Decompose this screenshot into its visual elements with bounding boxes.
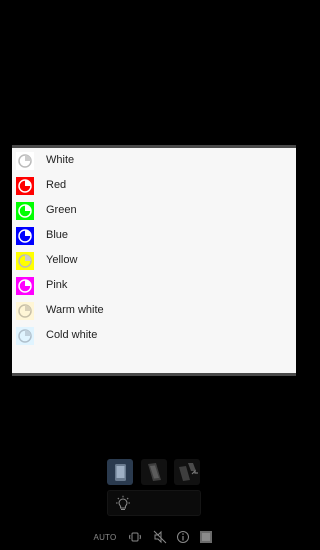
swatch-white-icon	[14, 150, 36, 172]
color-item-green[interactable]: Green	[12, 199, 296, 223]
phone-dim-icon	[141, 459, 167, 485]
color-item-label: Cold white	[46, 329, 98, 341]
phone-switch-icon	[174, 459, 200, 485]
color-item-blue[interactable]: Blue	[12, 224, 296, 248]
phone-screen-icon	[107, 459, 133, 485]
swatch-cold-white-icon	[14, 325, 36, 347]
color-item-label: White	[46, 154, 75, 166]
app-screen: White Red Green Blue Yellow Pink Warm wh…	[0, 0, 308, 550]
color-item-red[interactable]: Red	[12, 174, 296, 198]
color-item-label: Yellow	[46, 254, 78, 266]
color-item-white[interactable]: White	[12, 149, 296, 173]
color-item-pink[interactable]: Pink	[12, 274, 296, 298]
swatch-yellow-icon	[14, 250, 36, 272]
color-selection-dialog: White Red Green Blue Yellow Pink Warm wh…	[12, 145, 296, 376]
swatch-pink-icon	[14, 275, 36, 297]
swatch-red-icon	[14, 175, 36, 197]
color-item-label: Warm white	[46, 304, 104, 316]
info-icon	[177, 531, 189, 543]
light-toggle-row[interactable]	[107, 490, 201, 516]
mute-button[interactable]	[151, 527, 169, 547]
bulb-icon	[114, 495, 132, 513]
mute-icon	[153, 530, 167, 544]
color-item-warm-white[interactable]: Warm white	[12, 299, 296, 323]
color-item-label: Red	[46, 179, 67, 191]
square-button[interactable]	[197, 527, 215, 547]
rotate-icon	[129, 532, 141, 542]
mode-dim-button[interactable]	[141, 459, 167, 485]
swatch-warm-white-icon	[14, 300, 36, 322]
color-item-label: Blue	[46, 229, 69, 241]
color-item-cold-white[interactable]: Cold white	[12, 324, 296, 348]
square-icon	[200, 531, 212, 543]
auto-button[interactable]: AUTO	[93, 527, 117, 547]
color-item-label: Pink	[46, 279, 68, 291]
rotate-button[interactable]	[126, 527, 144, 547]
bottom-bar: AUTO	[0, 527, 308, 547]
mode-switch-button[interactable]	[174, 459, 200, 485]
mode-screen-button[interactable]	[107, 459, 133, 485]
swatch-green-icon	[14, 200, 36, 222]
swatch-blue-icon	[14, 225, 36, 247]
color-item-yellow[interactable]: Yellow	[12, 249, 296, 273]
auto-label: AUTO	[93, 532, 117, 542]
color-item-label: Green	[46, 204, 77, 216]
info-button[interactable]	[174, 527, 192, 547]
